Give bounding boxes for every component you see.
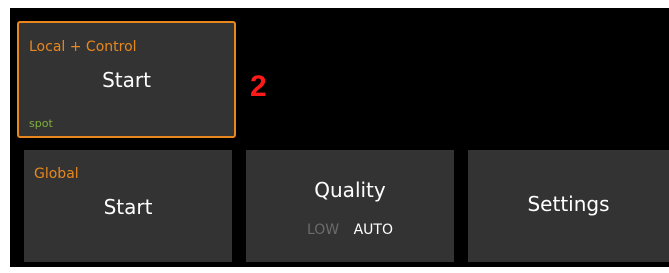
local-start-label: Start bbox=[102, 68, 151, 92]
quality-title: Quality bbox=[314, 178, 386, 202]
global-start-label: Start bbox=[103, 195, 153, 219]
local-control-start-button[interactable]: Local + Control Start spot bbox=[17, 21, 236, 138]
quality-tile: Quality LOW AUTO bbox=[246, 150, 454, 262]
tile-panel: Local + Control Start spot 2 Global Star… bbox=[10, 8, 669, 267]
spot-label: spot bbox=[29, 117, 53, 130]
settings-button[interactable]: Settings bbox=[468, 150, 669, 262]
quality-option-auto[interactable]: AUTO bbox=[354, 222, 393, 238]
local-control-label: Local + Control bbox=[29, 39, 137, 55]
quality-options: LOW AUTO bbox=[246, 222, 454, 238]
annotation-number: 2 bbox=[250, 70, 267, 103]
quality-option-low[interactable]: LOW bbox=[307, 222, 339, 238]
global-start-button[interactable]: Global Start bbox=[24, 150, 232, 262]
global-label: Global bbox=[34, 166, 79, 182]
settings-label: Settings bbox=[527, 192, 610, 216]
